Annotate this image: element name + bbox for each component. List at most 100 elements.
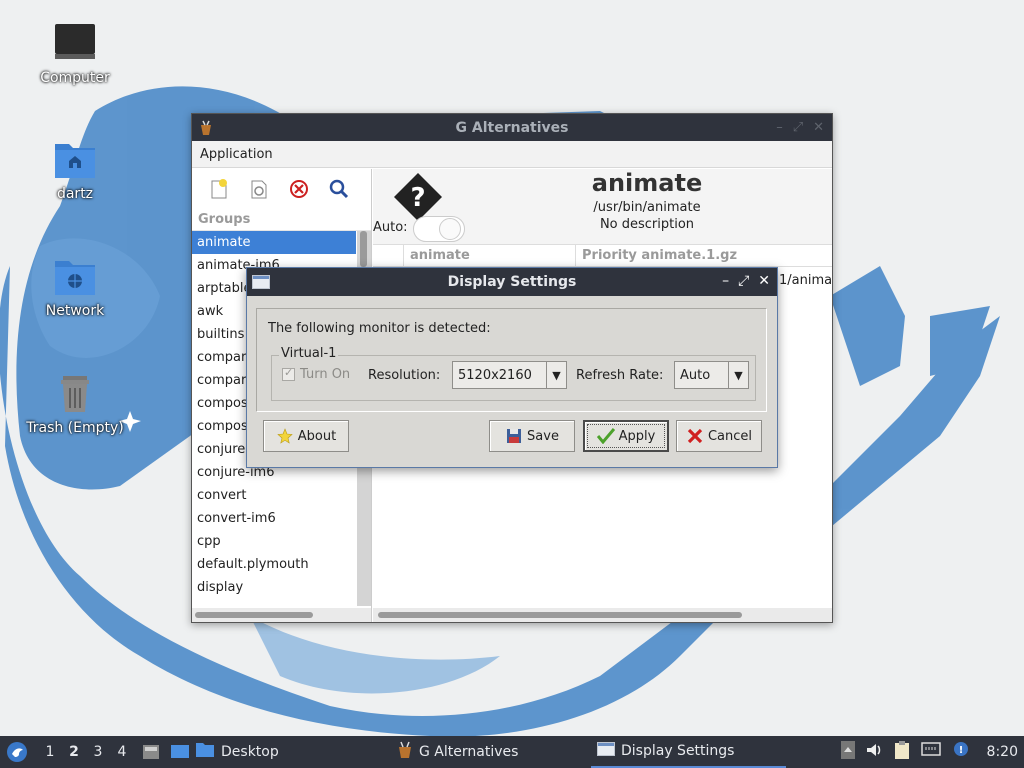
network-icon[interactable] [920,741,941,763]
show-desktop-icon[interactable] [170,743,190,761]
scroll-up-icon[interactable] [840,741,855,763]
desktop-icon-label: Trash (Empty) [26,420,124,436]
system-tray: ! 8:20 [840,736,1024,768]
network-folder-icon [53,255,97,299]
alternative-description: No description [599,217,695,232]
desktop-icon-label: dartz [56,186,94,202]
task-galternatives[interactable]: G Alternatives [397,736,518,768]
resolution-value: 5120x2160 [458,367,532,383]
refresh-rate-value: Auto [680,367,711,383]
computer-icon [53,22,97,66]
refresh-rate-select[interactable]: Auto ▼ [674,361,749,389]
desktop-icon-network[interactable]: Network [20,255,130,319]
workspace-4[interactable]: 4 [110,744,134,760]
column-header[interactable]: animate [403,245,575,266]
window-title: G Alternatives [455,119,569,136]
refresh-rate-label: Refresh Rate: [576,368,664,383]
dialog-titlebar[interactable]: Display Settings – ⤢ ✕ [247,268,777,296]
table-cell: 1/anima [779,273,833,288]
galternatives-icon [397,741,413,763]
menubar: Application [192,141,832,168]
resolution-select[interactable]: 5120x2160 ▼ [452,361,567,389]
checkmark-icon [596,427,615,445]
window-titlebar[interactable]: G Alternatives – ⤢ ✕ [192,114,832,141]
properties-icon[interactable] [246,176,272,202]
monitor-name: Virtual-1 [279,346,339,361]
list-item[interactable]: display [192,576,356,599]
search-icon[interactable] [326,176,352,202]
turn-on-label: Turn On [300,367,351,382]
question-mark-icon: ? [393,172,443,222]
workspace-3[interactable]: 3 [86,744,110,760]
chevron-down-icon: ▼ [546,362,566,388]
toolbar [192,169,371,209]
alternative-path: /usr/bin/animate [593,200,701,215]
about-label: About [297,428,337,444]
maximize-icon[interactable]: ⤢ [738,273,749,289]
delete-icon[interactable] [286,176,312,202]
task-display-settings[interactable]: Display Settings [591,736,786,768]
dialog-title: Display Settings [447,274,577,290]
start-menu-icon[interactable] [6,741,28,763]
volume-icon[interactable] [865,741,883,763]
maximize-icon[interactable]: ⤢ [793,120,803,135]
workspace-1[interactable]: 1 [38,744,62,760]
save-label: Save [527,428,559,444]
home-folder-icon [53,138,97,182]
checkbox-icon [282,366,295,381]
new-icon[interactable] [206,176,232,202]
close-icon[interactable]: ✕ [758,273,770,289]
about-button[interactable]: About [263,420,349,452]
menu-application[interactable]: Application [200,147,273,162]
svg-text:?: ? [410,183,425,213]
clipboard-icon[interactable] [893,740,911,764]
desktop-icon-home[interactable]: dartz [20,138,130,202]
column-header[interactable] [373,245,403,266]
save-button[interactable]: Save [489,420,575,452]
cancel-button[interactable]: Cancel [676,420,762,452]
clock[interactable]: 8:20 [987,744,1018,760]
task-desktop[interactable]: Desktop [195,736,279,768]
file-manager-icon[interactable] [142,743,160,761]
workspace-2[interactable]: 2 [62,744,86,760]
groups-horizontal-scrollbar[interactable] [192,608,371,622]
groups-header: Groups [192,209,371,231]
task-label: G Alternatives [419,744,519,760]
turn-on-checkbox[interactable]: Turn On [282,366,351,382]
apply-label: Apply [618,428,656,444]
resolution-label: Resolution: [368,368,441,383]
detected-text: The following monitor is detected: [268,321,491,336]
window-icon [597,742,615,760]
dialog-content-frame: The following monitor is detected: Virtu… [256,308,767,412]
desktop-icon-label: Computer [40,70,110,86]
notification-icon[interactable]: ! [951,741,971,763]
list-item[interactable]: convert [192,484,356,507]
task-label: Display Settings [621,743,735,759]
alternative-info: ? animate /usr/bin/animate No descriptio… [373,169,832,244]
column-header[interactable]: Priority animate.1.gz [575,245,831,266]
desktop-icon-trash[interactable]: Trash (Empty) [20,372,130,436]
taskbar: 1 2 3 4 Desktop G Alternatives Display S… [0,736,1024,768]
chevron-down-icon: ▼ [728,362,748,388]
list-item[interactable]: default.plymouth [192,553,356,576]
options-table-header: animate Priority animate.1.gz [373,244,832,267]
options-horizontal-scrollbar[interactable] [373,608,832,622]
list-item[interactable]: cpp [192,530,356,553]
apply-button[interactable]: Apply [583,420,669,452]
alternative-name: animate [591,169,703,197]
star-icon [276,427,294,445]
auto-toggle[interactable] [413,216,465,242]
trash-icon [53,372,97,416]
minimize-icon[interactable]: – [776,120,783,135]
list-item[interactable]: animate [192,231,356,254]
list-item[interactable]: convert-im6 [192,507,356,530]
floppy-icon [505,427,523,445]
task-label: Desktop [221,744,279,760]
cancel-label: Cancel [707,428,753,444]
close-icon[interactable]: ✕ [813,120,824,135]
auto-label: Auto: [373,220,408,235]
desktop-icon-label: Network [45,303,105,319]
minimize-icon[interactable]: – [722,273,729,289]
display-settings-dialog: Display Settings – ⤢ ✕ The following mon… [246,267,778,468]
desktop-icon-computer[interactable]: Computer [20,22,130,86]
